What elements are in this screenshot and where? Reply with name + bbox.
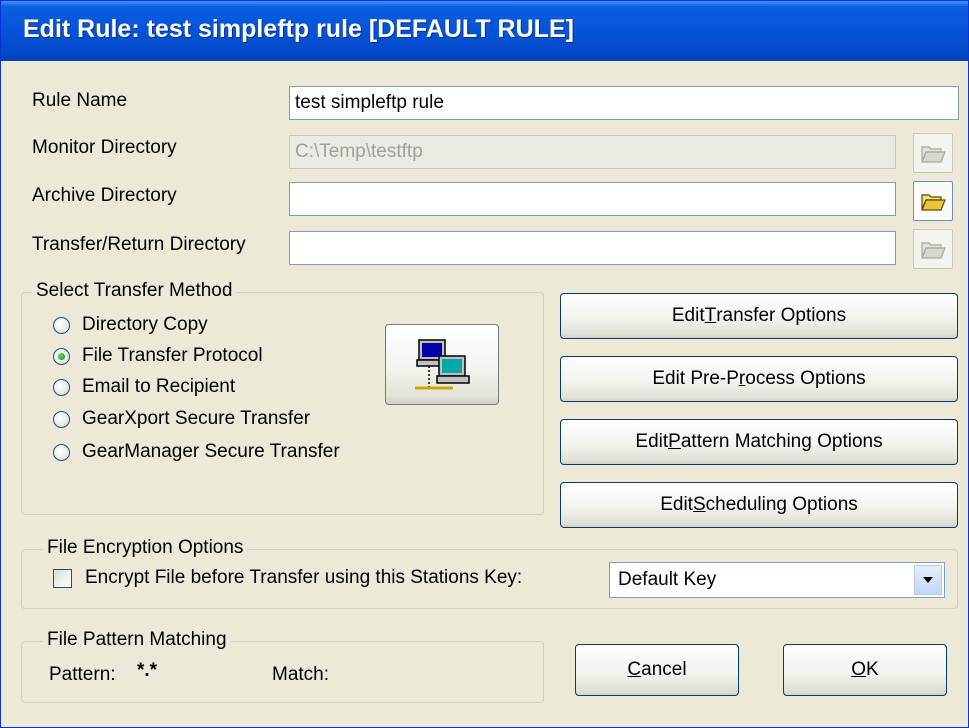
- radio-label: Email to Recipient: [82, 376, 236, 397]
- radio-indicator: [53, 378, 70, 396]
- folder-open-icon: [921, 146, 946, 163]
- edit-preprocess-options-button[interactable]: Edit Pre-P r ocess Options: [560, 356, 958, 402]
- ok-button[interactable]: OK: [783, 644, 947, 696]
- encrypt-file-checkbox[interactable]: [53, 569, 72, 588]
- edit-rule-dialog: Edit Rule: test simpleftp rule [DEFAULT …: [0, 0, 969, 728]
- radio-indicator: [53, 443, 70, 461]
- edit-scheduling-options-button[interactable]: Edit Scheduling Options: [560, 482, 958, 528]
- rule-name-label: Rule Name: [32, 90, 128, 111]
- archive-directory-browse-button[interactable]: [913, 181, 953, 221]
- transfer-return-directory-field[interactable]: [289, 231, 896, 265]
- pattern-label: Pattern:: [49, 664, 116, 685]
- radio-email-to-recipient[interactable]: Email to Recipient: [53, 376, 235, 398]
- archive-directory-field[interactable]: [289, 182, 896, 216]
- encryption-key-value: Default Key: [618, 569, 717, 590]
- edit-transfer-options-button[interactable]: Edit Transfer Options: [560, 293, 958, 339]
- transfer-method-icon-button[interactable]: [385, 324, 499, 405]
- radio-label: Directory Copy: [82, 314, 208, 335]
- radio-gearmanager-secure-transfer[interactable]: GearManager Secure Transfer: [53, 441, 340, 463]
- encryption-key-select[interactable]: Default Key: [609, 562, 945, 598]
- transfer-return-directory-label: Transfer/Return Directory: [32, 234, 246, 255]
- archive-directory-label: Archive Directory: [32, 185, 177, 206]
- folder-open-icon: [921, 194, 946, 211]
- match-label: Match:: [272, 664, 330, 685]
- title-bar[interactable]: Edit Rule: test simpleftp rule [DEFAULT …: [1, 1, 968, 61]
- pattern-value: *.*: [137, 660, 158, 681]
- radio-file-transfer-protocol[interactable]: File Transfer Protocol: [53, 345, 263, 367]
- monitor-directory-field[interactable]: C:\Temp\testftp: [289, 135, 896, 169]
- edit-pattern-matching-options-button[interactable]: Edit Pattern Matching Options: [560, 419, 958, 465]
- pattern-matching-legend: File Pattern Matching: [43, 629, 231, 651]
- monitor-directory-browse-button[interactable]: [913, 133, 953, 173]
- folder-open-icon: [921, 242, 946, 259]
- transfer-return-directory-browse-button[interactable]: [913, 229, 953, 269]
- radio-gearxport-secure-transfer[interactable]: GearXport Secure Transfer: [53, 408, 310, 430]
- radio-label: GearXport Secure Transfer: [82, 408, 311, 429]
- monitor-directory-label: Monitor Directory: [32, 137, 177, 158]
- window-title: Edit Rule: test simpleftp rule [DEFAULT …: [23, 15, 574, 43]
- chevron-down-icon: [923, 577, 933, 583]
- cancel-button[interactable]: Cancel: [575, 644, 739, 696]
- dropdown-button[interactable]: [914, 565, 942, 595]
- encryption-options-legend: File Encryption Options: [43, 537, 248, 559]
- network-computers-icon: [415, 338, 470, 389]
- radio-directory-copy[interactable]: Directory Copy: [53, 314, 208, 336]
- transfer-method-legend: Select Transfer Method: [32, 280, 237, 302]
- radio-indicator: [53, 316, 70, 334]
- radio-indicator: [53, 410, 70, 428]
- radio-label: File Transfer Protocol: [82, 345, 263, 366]
- radio-indicator: [53, 347, 70, 365]
- radio-label: GearManager Secure Transfer: [82, 441, 340, 462]
- encrypt-file-label: Encrypt File before Transfer using this …: [85, 567, 523, 588]
- rule-name-field[interactable]: test simpleftp rule: [289, 86, 959, 120]
